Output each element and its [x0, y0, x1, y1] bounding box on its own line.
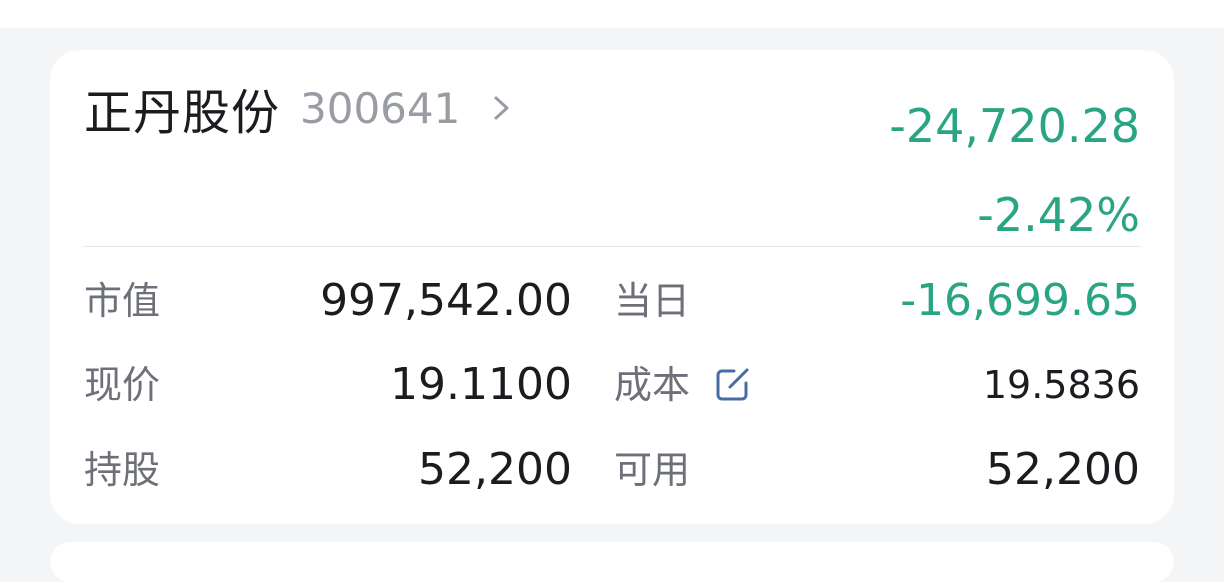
shares-held-label: 持股: [84, 448, 161, 492]
available-value: 52,200: [986, 444, 1140, 495]
row-market-value: 市值 997,542.00 当日 -16,699.65: [50, 271, 1174, 331]
holding-card[interactable]: 正丹股份 300641 -24,720.28 -2.42% 市值 997,542…: [50, 50, 1174, 524]
current-price-label: 现价: [84, 363, 161, 407]
market-value-label: 市值: [84, 279, 161, 323]
market-value-value: 997,542.00: [320, 275, 572, 326]
cost-value: 19.5836: [982, 363, 1140, 407]
edit-icon[interactable]: [712, 365, 752, 405]
row-shares: 持股 52,200 可用 52,200: [50, 440, 1174, 500]
cost-label: 成本: [614, 363, 691, 407]
shares-held-value: 52,200: [418, 444, 572, 495]
today-pl-value: -16,699.65: [900, 275, 1140, 326]
next-card-edge: [50, 542, 1174, 582]
today-pl-label: 当日: [614, 279, 691, 323]
stock-code: 300641: [300, 83, 461, 133]
profit-loss-amount: -24,720.28: [889, 99, 1140, 153]
divider: [83, 246, 1141, 247]
current-price-value: 19.1100: [390, 359, 572, 410]
chevron-right-icon[interactable]: [490, 92, 514, 124]
row-price: 现价 19.1100 成本 19.5836: [50, 355, 1174, 415]
stock-header[interactable]: 正丹股份 300641: [84, 78, 514, 141]
profit-loss-percent: -2.42%: [977, 188, 1140, 242]
stock-name: 正丹股份: [84, 85, 281, 141]
available-label: 可用: [614, 448, 691, 492]
top-strip: [0, 0, 1224, 28]
